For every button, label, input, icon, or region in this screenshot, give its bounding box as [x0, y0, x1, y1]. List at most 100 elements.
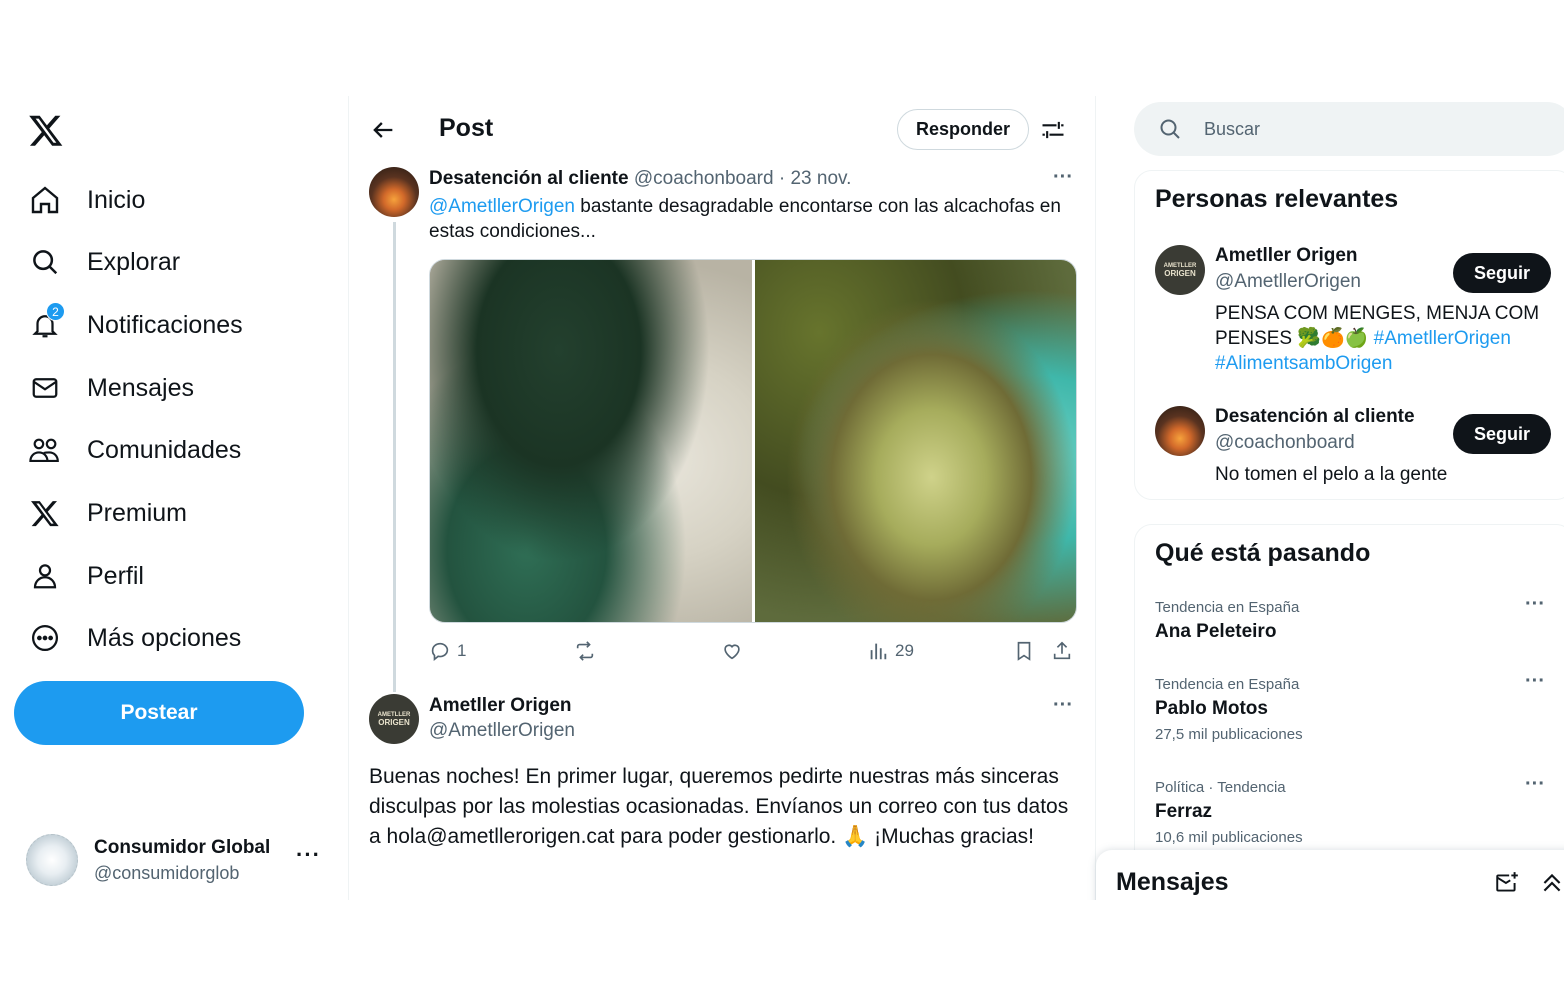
settings-sliders-icon[interactable] — [1039, 116, 1067, 144]
reply-button[interactable]: Responder — [897, 109, 1029, 150]
nav-label: Inicio — [87, 185, 146, 214]
page-title: Post — [439, 114, 494, 142]
nav-explorar[interactable]: Explorar — [28, 240, 180, 284]
nav-mas-opciones[interactable]: Más opciones — [28, 616, 241, 660]
app-frame: Inicio Explorar 2 Notificaciones Mensaje… — [0, 96, 1564, 900]
messages-dock[interactable]: Mensajes — [1096, 850, 1564, 900]
trend-item[interactable]: Tendencia en España Ana Peleteiro ··· — [1155, 593, 1555, 643]
more-dots-icon[interactable]: ··· — [296, 842, 321, 868]
bookmark-icon — [1017, 641, 1031, 661]
artichoke-photo-2[interactable] — [754, 260, 1076, 622]
thread-line — [393, 222, 396, 692]
tweet-author-name[interactable]: Desatención al cliente — [429, 168, 629, 189]
person-name[interactable]: Desatención al cliente — [1215, 406, 1415, 428]
card-title: Personas relevantes — [1155, 185, 1399, 213]
card-title: Qué está pasando — [1155, 539, 1371, 567]
account-switcher[interactable]: Consumidor Global @consumidorglob ··· — [26, 832, 326, 888]
heart-icon — [724, 644, 740, 660]
avatar[interactable]: AMETLLER ORIGEN — [369, 694, 419, 744]
artichoke-photo-1[interactable] — [430, 260, 752, 622]
follow-button[interactable]: Seguir — [1453, 253, 1551, 293]
person-handle[interactable]: @coachonboard — [1215, 432, 1355, 454]
relevant-people-card: Personas relevantes AMETLLER ORIGEN Amet… — [1134, 170, 1564, 500]
new-message-icon[interactable] — [1494, 870, 1520, 896]
tweet-actions: 1 29 — [429, 636, 1079, 666]
chevron-double-up-icon[interactable] — [1539, 870, 1564, 896]
tweet-media — [429, 259, 1077, 623]
account-name: Consumidor Global — [94, 836, 271, 858]
person-item[interactable]: Desatención al cliente @coachonboard Seg… — [1155, 406, 1555, 486]
trend-item[interactable]: Tendencia en España Pablo Motos 27,5 mil… — [1155, 670, 1555, 743]
person-bio: PENSA COM MENGES, MENJA COM PENSES 🥦🍊🍏 #… — [1215, 301, 1545, 376]
more-circle-icon — [28, 621, 62, 655]
trend-count: 27,5 mil publicaciones — [1155, 726, 1303, 743]
reply-action[interactable]: 1 — [429, 636, 466, 666]
right-sidebar: Personas relevantes AMETLLER ORIGEN Amet… — [1096, 96, 1564, 900]
follow-button[interactable]: Seguir — [1453, 414, 1551, 454]
nav-label: Perfil — [87, 561, 144, 590]
mail-icon — [28, 371, 62, 405]
trend-context: Tendencia en España — [1155, 676, 1300, 693]
person-name[interactable]: Ametller Origen — [1215, 245, 1358, 267]
nav-comunidades[interactable]: Comunidades — [28, 428, 241, 472]
trend-item[interactable]: Política · Tendencia Ferraz 10,6 mil pub… — [1155, 773, 1555, 846]
avatar[interactable] — [1155, 406, 1205, 456]
trend-context: Política · Tendencia — [1155, 779, 1286, 796]
reply-author-handle[interactable]: @AmetllerOrigen — [429, 720, 575, 742]
nav-inicio[interactable]: Inicio — [28, 178, 145, 222]
like-action[interactable] — [721, 636, 743, 666]
person-bio: No tomen el pelo a la gente — [1215, 464, 1448, 485]
avatar-logo-text: ORIGEN — [1164, 269, 1196, 278]
nav-label: Explorar — [87, 247, 181, 276]
nav-perfil[interactable]: Perfil — [28, 554, 144, 598]
repost-action[interactable] — [574, 636, 596, 666]
person-handle[interactable]: @AmetllerOrigen — [1215, 271, 1361, 293]
nav-premium[interactable]: Premium — [28, 491, 187, 535]
reply-author-name[interactable]: Ametller Origen — [429, 695, 572, 717]
reply-count: 1 — [457, 641, 467, 660]
bookmark-action[interactable] — [1013, 636, 1035, 666]
main-column: Post Responder Desatención al cliente @c… — [348, 96, 1096, 900]
home-icon — [28, 183, 62, 217]
nav-notificaciones[interactable]: 2 Notificaciones — [28, 302, 243, 347]
tweet-text: @AmetllerOrigen bastante desagradable en… — [429, 194, 1079, 244]
avatar[interactable] — [369, 167, 419, 217]
search-icon — [28, 245, 62, 279]
left-sidebar: Inicio Explorar 2 Notificaciones Mensaje… — [0, 96, 348, 900]
repost-icon — [576, 641, 594, 661]
x-logo-icon[interactable] — [28, 112, 64, 148]
avatar[interactable]: AMETLLER ORIGEN — [1155, 245, 1205, 295]
trend-name: Pablo Motos — [1155, 698, 1268, 719]
nav-label: Comunidades — [87, 435, 242, 464]
person-item[interactable]: AMETLLER ORIGEN Ametller Origen @Ametlle… — [1155, 245, 1555, 375]
view-count: 29 — [895, 641, 914, 660]
trend-count: 10,6 mil publicaciones — [1155, 829, 1303, 846]
back-arrow-icon[interactable] — [369, 116, 397, 144]
avatar — [26, 834, 78, 886]
trend-name: Ferraz — [1155, 801, 1213, 822]
mention-link[interactable]: @AmetllerOrigen — [429, 196, 575, 217]
account-handle: @consumidorglob — [94, 862, 240, 883]
comment-icon — [431, 642, 449, 661]
tweet-header: Desatención al cliente @coachonboard · 2… — [429, 168, 851, 190]
trends-card: Qué está pasando Tendencia en España Ana… — [1134, 524, 1564, 900]
more-dots-icon[interactable]: ··· — [1525, 773, 1545, 796]
search-box[interactable] — [1134, 102, 1564, 156]
nav-mensajes[interactable]: Mensajes — [28, 366, 194, 410]
share-action[interactable] — [1051, 636, 1073, 666]
x-logo-icon — [28, 496, 62, 530]
search-input[interactable] — [1204, 118, 1544, 140]
more-dots-icon[interactable]: ··· — [1053, 694, 1073, 717]
people-icon — [28, 433, 62, 467]
more-dots-icon[interactable]: ··· — [1525, 670, 1545, 693]
views-action[interactable]: 29 — [867, 636, 914, 666]
bell-icon: 2 — [28, 302, 65, 342]
share-icon — [1053, 641, 1071, 660]
nav-label: Más opciones — [87, 623, 242, 652]
more-dots-icon[interactable]: ··· — [1053, 166, 1073, 189]
post-button[interactable]: Postear — [14, 681, 304, 745]
person-icon — [28, 559, 62, 593]
tweet-author-handle[interactable]: @coachonboard — [634, 168, 774, 189]
more-dots-icon[interactable]: ··· — [1525, 593, 1545, 616]
tweet-date[interactable]: 23 nov. — [790, 168, 851, 189]
